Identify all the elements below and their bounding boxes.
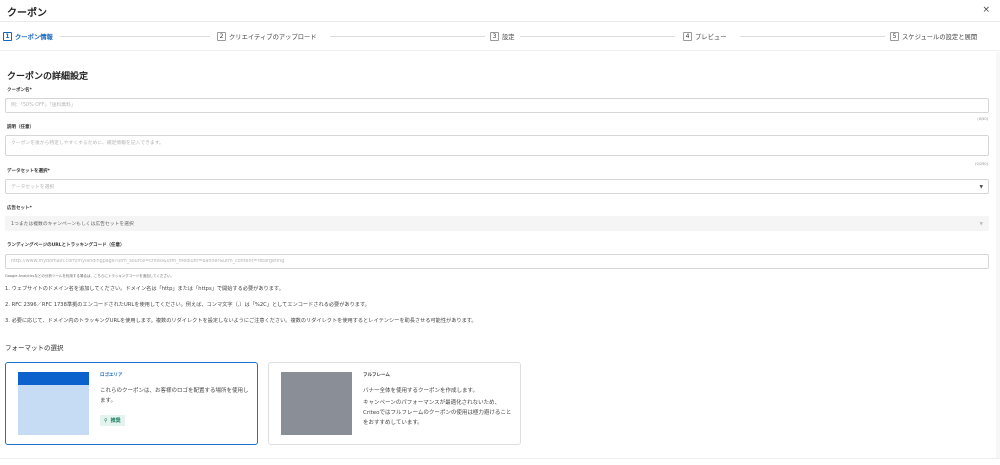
description-label: 説明（任意） — [7, 125, 34, 130]
step-label: クリエイティブのアップロード — [229, 34, 317, 41]
format-option-desc-line: キャンペーンのパフォーマンスが最適化されないため、Criteoではフルフレームの… — [363, 400, 512, 426]
step-label: クーポン情報 — [15, 34, 53, 41]
section-title: クーポンの詳細設定 — [7, 72, 89, 82]
step-label: スケジュールの設定と展開 — [902, 34, 978, 41]
format-option-desc: これらのクーポンは、お客様のロゴを配置する場所を使用します。 — [100, 388, 249, 404]
step-settings[interactable]: 3 設定 — [490, 31, 519, 42]
description-counter: (0/250) — [975, 162, 988, 166]
caret-down-icon: ▼ — [979, 185, 983, 190]
step-number: 1 — [3, 32, 12, 41]
logo-area-thumbnail — [18, 372, 89, 435]
step-connector — [520, 36, 675, 37]
step-label: 設定 — [502, 34, 515, 41]
step-creative-upload[interactable]: 2 クリエイティブのアップロード — [217, 31, 321, 42]
note-item: 3. 必要に応じて、ドメイン内のトラッキングURLを使用します。複数のリダイレク… — [5, 318, 477, 324]
format-option-desc: バナー全体を使用するクーポンを作成します。 キャンペーンのパフォーマンスが最適化… — [363, 386, 513, 428]
divider — [0, 458, 1000, 459]
step-coupon-info[interactable]: 1 クーポン情報 — [3, 31, 57, 42]
divider — [0, 50, 1000, 51]
landing-url-input[interactable] — [5, 254, 989, 269]
step-schedule[interactable]: 5 スケジュールの設定と展開 — [890, 31, 982, 42]
landing-url-label: ランディングページのURLとトラッキングコード（任意） — [7, 243, 125, 248]
dataset-label: データセットを選択* — [7, 169, 50, 174]
adset-value: 1つまたは複数のキャンペーンもしくは広告セットを選択 — [11, 222, 134, 227]
step-connector — [740, 36, 885, 37]
scrollbar[interactable] — [996, 52, 1000, 458]
step-preview[interactable]: 4 プレビュー — [683, 31, 731, 42]
format-section-title: フォーマットの選択 — [5, 344, 64, 352]
step-connector — [330, 36, 485, 37]
landing-url-help: Google Analyticsなどの分析ツールを利用する場合は、こちらにトラッ… — [5, 274, 175, 278]
step-number: 2 — [217, 32, 226, 41]
coupon-name-input[interactable] — [5, 98, 989, 113]
caret-down-icon: ▼ — [979, 222, 983, 227]
close-icon[interactable]: × — [982, 5, 990, 15]
dataset-select[interactable]: データセットを選択 ▼ — [5, 179, 989, 194]
step-number: 4 — [683, 32, 692, 41]
step-number: 3 — [490, 32, 499, 41]
description-input[interactable] — [5, 135, 989, 156]
step-label: プレビュー — [695, 34, 727, 41]
badge-label: 推奨 — [110, 418, 121, 424]
wizard-stepper: 1 クーポン情報 2 クリエイティブのアップロード 3 設定 4 プレビュー 5… — [0, 26, 1000, 46]
page-title: クーポン — [7, 8, 47, 19]
coupon-name-counter: (0/50) — [977, 117, 988, 121]
recommended-badge: ⚲ 推奨 — [100, 415, 125, 426]
dataset-placeholder: データセットを選択 — [11, 185, 55, 190]
step-number: 5 — [890, 32, 899, 41]
step-connector — [60, 36, 210, 37]
adset-label: 広告セット* — [7, 206, 32, 211]
modal-header: クーポン × — [0, 0, 1000, 22]
lightbulb-icon: ⚲ — [104, 417, 108, 424]
format-option-full-frame[interactable]: フルフレーム バナー全体を使用するクーポンを作成します。 キャンペーンのパフォー… — [268, 362, 521, 445]
full-frame-thumbnail — [281, 372, 352, 435]
logo-area-bar — [18, 372, 89, 385]
format-option-logo-area[interactable]: ロゴエリア これらのクーポンは、お客様のロゴを配置する場所を使用します。 ⚲ 推… — [5, 362, 258, 445]
format-option-name: ロゴエリア — [100, 373, 123, 378]
adset-select: 1つまたは複数のキャンペーンもしくは広告セットを選択 ▼ — [5, 216, 989, 231]
format-option-name: フルフレーム — [363, 373, 390, 378]
note-item: 1. ウェブサイトのドメイン名を追加してください。ドメイン名は「http」または… — [5, 286, 284, 292]
note-item: 2. RFC 2396／RFC 1738準拠のエンコードされたURLを使用してく… — [5, 302, 370, 308]
format-option-desc-line: バナー全体を使用するクーポンを作成します。 — [363, 388, 478, 394]
coupon-name-label: クーポン名* — [7, 88, 32, 93]
